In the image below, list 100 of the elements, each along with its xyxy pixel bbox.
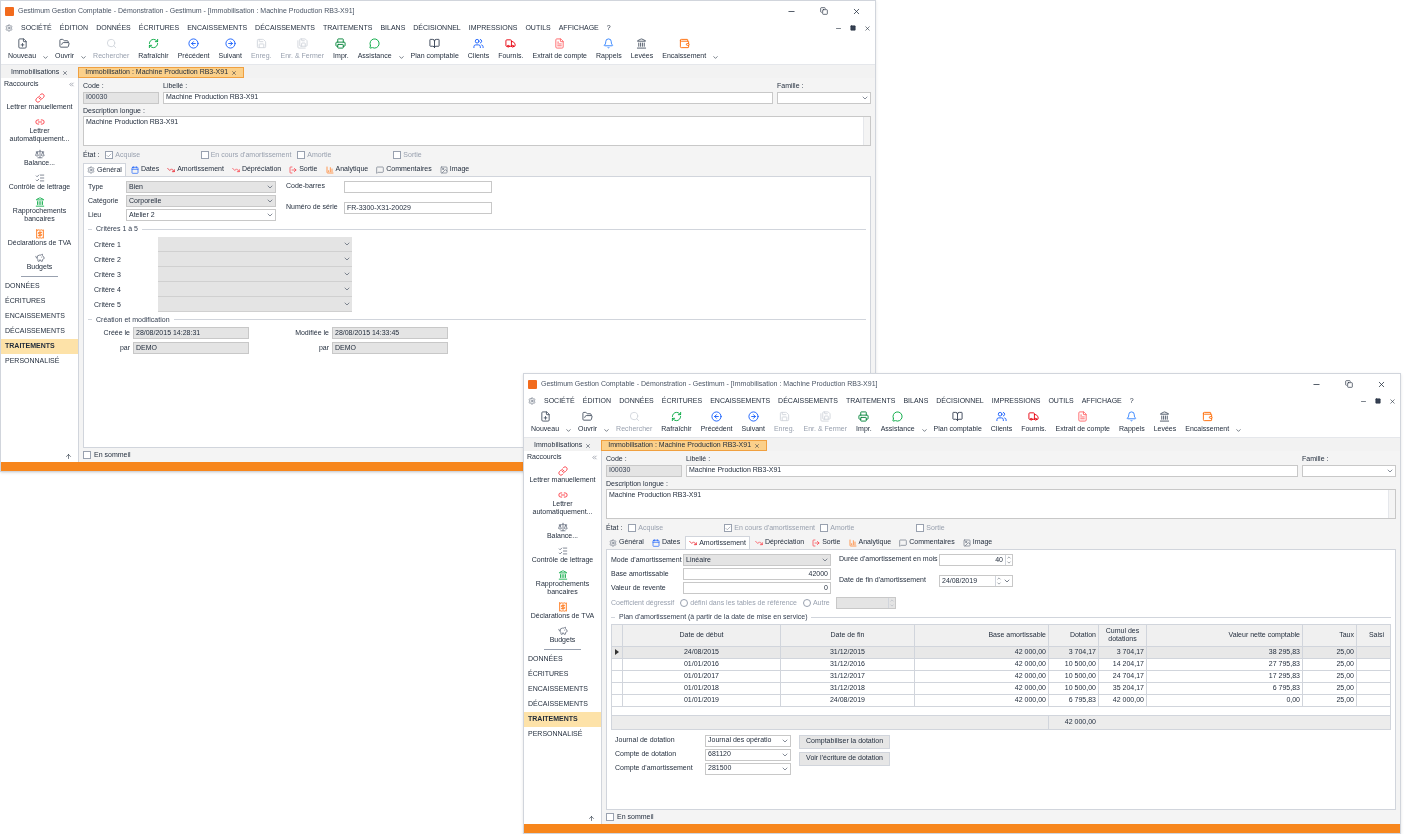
checklist-icon: [34, 173, 45, 183]
bell-icon: [603, 37, 615, 49]
arrow-down-icon: [231, 165, 240, 174]
checkbox[interactable]: [724, 524, 733, 532]
close-icon[interactable]: [754, 442, 761, 449]
book-icon: [429, 37, 441, 49]
search-icon: [105, 37, 117, 49]
checkbox[interactable]: [297, 151, 306, 159]
checkbox[interactable]: [916, 524, 925, 532]
chart-down-icon: [689, 539, 698, 547]
caret-down-icon: [1003, 577, 1011, 585]
arrow-right-icon: [224, 37, 236, 49]
piggy-bank-icon: [34, 253, 45, 263]
arrow-up-icon[interactable]: [65, 453, 72, 460]
piggy-bank-icon: [557, 626, 568, 636]
search-icon: [628, 410, 640, 422]
radio-button[interactable]: [802, 599, 811, 607]
close-icon[interactable]: [1377, 379, 1386, 389]
comment-icon: [899, 538, 908, 547]
app-logo-icon: [528, 379, 537, 389]
link-icon: [557, 490, 568, 500]
refresh-icon: [670, 410, 682, 422]
checkbox[interactable]: [105, 151, 114, 159]
radio-button[interactable]: [680, 599, 689, 607]
wallet-icon: [1201, 410, 1213, 422]
close-icon[interactable]: [852, 6, 861, 16]
users-icon: [473, 37, 484, 49]
bank-icon: [34, 197, 45, 207]
exit-icon: [289, 165, 298, 174]
image-icon: [439, 165, 448, 174]
scrollbar[interactable]: [863, 117, 870, 145]
caret-down-icon[interactable]: [712, 54, 720, 61]
link-icon: [34, 117, 45, 127]
arrow-left-icon: [188, 37, 200, 49]
checkbox[interactable]: [606, 813, 614, 821]
caret-down-icon[interactable]: [603, 427, 611, 434]
caret-down-icon[interactable]: [42, 54, 50, 61]
close-icon[interactable]: [231, 69, 238, 76]
input-field[interactable]: [1302, 464, 1396, 477]
chart-down-icon: [167, 165, 176, 174]
collapse-icon[interactable]: [591, 453, 598, 461]
wallet-icon: [678, 37, 690, 49]
folder-icon: [59, 37, 71, 49]
chat-icon: [369, 37, 381, 49]
calendar-icon: [651, 538, 660, 547]
collapse-icon[interactable]: [68, 80, 75, 88]
gear-icon[interactable]: [5, 24, 13, 32]
caret-down-icon: [821, 556, 829, 564]
gear-icon[interactable]: [528, 397, 536, 405]
gear-icon: [87, 166, 95, 174]
bank-icon: [1159, 410, 1171, 422]
caret-down-icon[interactable]: [1235, 427, 1243, 434]
arrow-down-icon: [754, 538, 763, 547]
printer-icon: [335, 37, 347, 49]
receipt-icon: [34, 229, 45, 239]
bank-icon: [557, 570, 568, 580]
input-field[interactable]: [777, 91, 871, 104]
input-field[interactable]: [835, 597, 896, 609]
link-icon: [34, 93, 45, 103]
save-close-icon: [296, 37, 308, 49]
caret-down-icon[interactable]: [397, 54, 405, 61]
app-logo-icon: [5, 6, 14, 16]
arrow-up-icon[interactable]: [588, 815, 595, 822]
truck-icon: [1028, 410, 1040, 422]
image-icon: [962, 538, 971, 547]
scrollbar[interactable]: [1388, 490, 1395, 518]
checkbox[interactable]: [628, 524, 637, 532]
bank-icon: [636, 37, 648, 49]
row-pointer-icon: [615, 649, 619, 655]
chat-icon: [892, 410, 904, 422]
exit-icon: [812, 538, 821, 547]
caret-down-icon[interactable]: [80, 54, 88, 61]
spin-arrows-icon: [1005, 555, 1012, 565]
truck-icon: [505, 37, 517, 49]
scale-icon: [557, 522, 568, 532]
new-file-icon: [539, 410, 551, 422]
spin-arrows-icon: [995, 576, 1002, 586]
save-icon: [778, 410, 790, 422]
close-icon[interactable]: [1389, 397, 1396, 405]
checklist-icon: [557, 546, 568, 556]
spin-arrows-icon: [887, 598, 895, 608]
caret-down-icon[interactable]: [565, 427, 573, 434]
checkbox[interactable]: [201, 151, 209, 159]
checkbox[interactable]: [83, 451, 91, 459]
close-icon[interactable]: [585, 442, 592, 449]
comment-icon: [376, 165, 385, 174]
checkbox[interactable]: [393, 151, 402, 159]
restore-icon[interactable]: [1375, 398, 1381, 404]
arrow-left-icon: [711, 410, 723, 422]
folder-icon: [582, 410, 594, 422]
document-icon: [1077, 410, 1089, 422]
printer-icon: [858, 410, 870, 422]
calendar-icon: [130, 165, 139, 174]
close-icon[interactable]: [864, 24, 871, 32]
checkbox[interactable]: [820, 524, 829, 532]
close-icon[interactable]: [62, 69, 69, 76]
arrow-right-icon: [747, 410, 759, 422]
restore-icon[interactable]: [850, 25, 856, 31]
caret-down-icon[interactable]: [920, 427, 928, 434]
input-field[interactable]: [344, 181, 492, 193]
